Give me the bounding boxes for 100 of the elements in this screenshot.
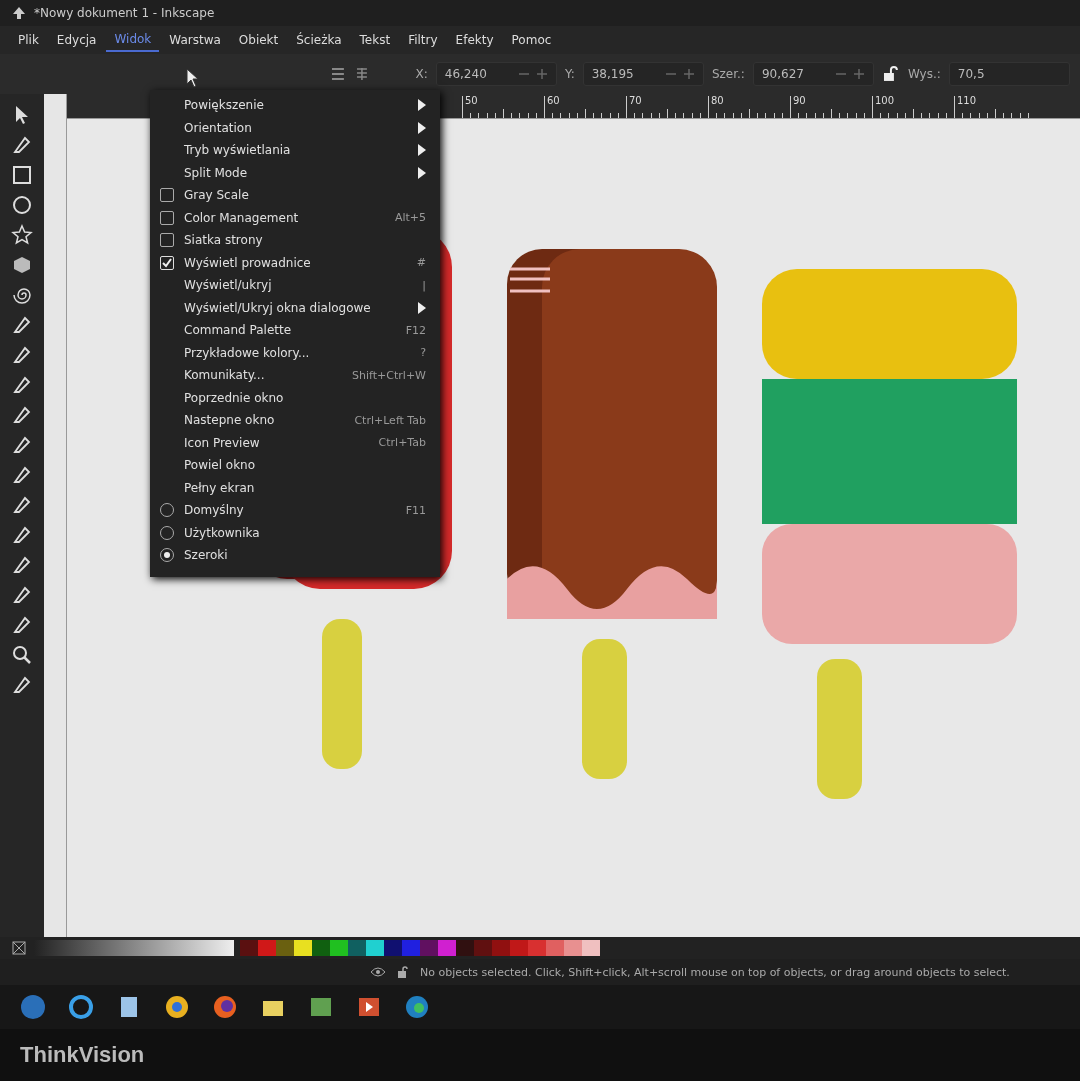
eye-icon[interactable] — [370, 966, 386, 978]
color-swatch[interactable] — [582, 940, 600, 956]
color-swatch[interactable] — [402, 940, 420, 956]
color-swatch[interactable] — [312, 940, 330, 956]
browser-icon[interactable] — [212, 994, 238, 1020]
browser-icon[interactable] — [68, 994, 94, 1020]
number-field[interactable]: 70,5 — [948, 62, 1070, 86]
submenu-arrow-icon — [418, 121, 426, 134]
circle-tool-icon[interactable] — [11, 194, 33, 216]
menu-entry[interactable]: Domyślny F11 — [150, 499, 440, 522]
ruler-label: 90 — [793, 95, 806, 106]
shortcut-text: # — [416, 256, 426, 270]
ruler-label: 70 — [629, 95, 642, 106]
color-swatch[interactable] — [366, 940, 384, 956]
menu-item[interactable]: Pomoc — [503, 29, 560, 51]
checkbox[interactable] — [160, 233, 174, 248]
number-field[interactable]: 90,627 — [752, 62, 875, 86]
unlock-icon[interactable] — [882, 65, 900, 83]
submenu-arrow-icon — [418, 166, 426, 179]
menu-entry[interactable]: Nastepne okno Ctrl+Left Tab — [150, 409, 440, 432]
menu-entry[interactable]: Pełny ekran — [150, 476, 440, 499]
mouse-cursor-icon — [186, 68, 200, 88]
menu-entry[interactable]: Color Management Alt+5 — [150, 206, 440, 229]
number-field[interactable]: 46,240 — [435, 62, 557, 86]
menu-entry[interactable]: Przykładowe kolory... ? — [150, 341, 440, 364]
menu-item[interactable]: Warstwa — [161, 29, 229, 51]
unlock-icon[interactable] — [396, 965, 410, 979]
menu-item[interactable]: Plik — [10, 29, 47, 51]
color-swatch[interactable] — [474, 940, 492, 956]
shortcut-text: F12 — [405, 323, 426, 337]
app-icon — [12, 6, 26, 20]
menu-item[interactable]: Filtry — [400, 29, 446, 51]
browser-icon[interactable] — [404, 994, 430, 1020]
menu-entry[interactable]: Powiel okno — [150, 454, 440, 477]
browser-icon[interactable] — [164, 994, 190, 1020]
color-swatch[interactable] — [240, 940, 258, 956]
menu-entry[interactable]: Tryb wyświetlania — [150, 139, 440, 162]
color-swatch[interactable] — [510, 940, 528, 956]
menu-item[interactable]: Efekty — [447, 29, 502, 51]
shortcut-text: Alt+5 — [394, 211, 426, 225]
shortcut-text: F11 — [405, 503, 426, 517]
plus-icon[interactable] — [853, 68, 866, 80]
field-label: X: — [415, 67, 428, 81]
plus-icon[interactable] — [682, 68, 695, 80]
ruler-label: 80 — [711, 95, 724, 106]
menu-entry[interactable]: Split Mode — [150, 161, 440, 184]
color-swatch[interactable] — [384, 940, 402, 956]
menu-item[interactable]: Obiekt — [230, 29, 287, 51]
plus-icon[interactable] — [535, 68, 548, 80]
box-tool-icon[interactable] — [11, 254, 33, 276]
menu-entry[interactable]: Icon Preview Ctrl+Tab — [150, 431, 440, 454]
color-swatch[interactable] — [564, 940, 582, 956]
no-color-icon[interactable] — [12, 941, 26, 955]
menu-entry[interactable]: Wyświetl/ukryj | — [150, 274, 440, 297]
color-swatch[interactable] — [294, 940, 312, 956]
menu-entry[interactable]: Poprzednie okno — [150, 386, 440, 409]
menu-entry[interactable]: Użytkownika — [150, 521, 440, 544]
menu-item[interactable]: Tekst — [351, 29, 399, 51]
checkbox[interactable] — [160, 210, 174, 225]
color-swatch[interactable] — [348, 940, 366, 956]
ruler-label: 60 — [547, 95, 560, 106]
menu-entry[interactable]: Command Palette F12 — [150, 319, 440, 342]
rect-tool-icon[interactable] — [11, 164, 33, 186]
color-swatch[interactable] — [438, 940, 456, 956]
submenu-arrow-icon — [418, 144, 426, 157]
star-tool-icon[interactable] — [11, 224, 33, 246]
number-field[interactable]: 38,195 — [582, 62, 704, 86]
start-icon[interactable] — [20, 994, 46, 1020]
menu-entry[interactable]: Orientation — [150, 116, 440, 139]
color-swatch[interactable] — [276, 940, 294, 956]
color-swatch[interactable] — [420, 940, 438, 956]
menu-item[interactable]: Ścieżka — [288, 29, 350, 51]
color-swatch[interactable] — [456, 940, 474, 956]
window-title: *Nowy dokument 1 - Inkscape — [34, 6, 215, 20]
menu-entry[interactable]: Wyświetl/Ukryj okna dialogowe — [150, 296, 440, 319]
field-label: Szer.: — [711, 67, 745, 81]
color-swatch[interactable] — [528, 940, 546, 956]
menu-item[interactable]: Widok — [106, 28, 160, 52]
menu-entry[interactable]: Siatka strony — [150, 229, 440, 252]
ruler-label: 50 — [465, 95, 478, 106]
align-icon[interactable] — [330, 66, 346, 82]
menu-entry[interactable]: Powiększenie — [150, 94, 440, 117]
color-swatch[interactable] — [330, 940, 348, 956]
field-label: Wys.: — [907, 67, 941, 81]
menu-item[interactable]: Edycja — [48, 29, 105, 51]
shortcut-text: ? — [420, 346, 426, 360]
field-label: Y: — [564, 67, 575, 81]
zoom-tool-icon[interactable] — [11, 644, 33, 666]
color-swatch[interactable] — [258, 940, 276, 956]
submenu-arrow-icon — [418, 301, 426, 314]
color-swatch[interactable] — [546, 940, 564, 956]
menu-entry[interactable]: Gray Scale — [150, 184, 440, 207]
menu-entry[interactable]: Szeroki — [150, 544, 440, 567]
ruler-label: 100 — [875, 95, 895, 106]
color-swatch[interactable] — [492, 940, 510, 956]
menu-entry[interactable]: Wyświetl prowadnice # — [150, 251, 440, 274]
grayscale-swatches[interactable] — [34, 940, 234, 956]
menu-entry[interactable]: Komunikaty... Shift+Ctrl+W — [150, 364, 440, 387]
status-message: No objects selected. Click, Shift+click, Alt+scroll mouse on top of objects, or drag around objects to select. — [420, 965, 1010, 979]
checkbox[interactable] — [160, 188, 174, 203]
